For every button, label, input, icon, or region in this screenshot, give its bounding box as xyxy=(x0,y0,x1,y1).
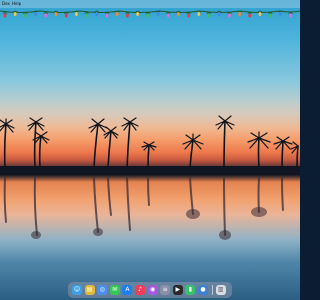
light-bulb xyxy=(3,13,7,18)
light-bulb xyxy=(54,12,58,16)
light-bulb xyxy=(136,12,140,16)
light-bulb xyxy=(95,12,99,16)
light-leaf xyxy=(257,10,263,13)
trash-icon[interactable]: ▥ xyxy=(215,285,226,295)
light-bulb xyxy=(115,12,119,16)
light-leaf xyxy=(84,12,89,14)
app-store-icon[interactable]: A xyxy=(122,285,133,295)
light-bulb xyxy=(197,12,201,16)
light-bulb xyxy=(187,13,191,18)
light-bulb xyxy=(238,12,242,16)
light-bulb xyxy=(156,12,160,16)
light-leaf xyxy=(125,12,130,14)
light-bulb xyxy=(217,12,221,16)
light-bulb xyxy=(207,13,211,18)
light-bulb xyxy=(177,12,180,16)
menu-bar: Dex Help xyxy=(0,0,300,8)
light-bulb xyxy=(279,12,282,16)
light-leaf xyxy=(13,10,18,13)
menu-item-1[interactable]: Dex xyxy=(2,0,10,8)
light-bulb xyxy=(126,13,129,18)
light-leaf xyxy=(94,10,99,13)
light-bulb xyxy=(44,13,48,18)
light-bulb xyxy=(64,13,68,18)
podcasts-icon[interactable]: ◉ xyxy=(147,285,158,295)
light-bulb xyxy=(34,12,37,16)
menu-item-2[interactable]: Help xyxy=(12,0,21,8)
light-bulb xyxy=(75,12,78,16)
light-bulb xyxy=(105,13,109,18)
light-leaf xyxy=(176,10,181,13)
notes-icon[interactable]: ≡ xyxy=(160,285,171,295)
droplet-icon[interactable]: ● xyxy=(198,285,208,295)
light-bulb xyxy=(146,13,150,18)
light-bulb xyxy=(24,13,27,18)
finder-icon[interactable]: ☺ xyxy=(72,285,82,295)
clapper-icon[interactable]: ▶ xyxy=(172,285,183,295)
light-bulb xyxy=(85,13,88,18)
folder-icon[interactable]: ▤ xyxy=(84,285,95,295)
light-bulb xyxy=(258,12,262,16)
light-bulb xyxy=(13,12,17,16)
light-bulb xyxy=(268,13,272,18)
safari-icon[interactable]: ◎ xyxy=(97,285,108,295)
light-leaf xyxy=(135,10,140,13)
light-bulb xyxy=(289,13,292,18)
chart-icon[interactable]: ▮ xyxy=(185,285,196,295)
light-leaf xyxy=(166,12,171,14)
dock-divider xyxy=(211,285,213,295)
messages-icon[interactable]: ✉ xyxy=(109,285,120,295)
light-leaf xyxy=(2,12,8,14)
light-leaf xyxy=(217,10,222,13)
light-bulb xyxy=(166,13,170,18)
string-lights-decoration xyxy=(0,8,300,18)
light-bulb xyxy=(248,13,252,18)
light-leaf xyxy=(53,10,59,13)
dock: ☺ ▤ ◎ ✉ A ♪ ◉ ≡ ▶ ▮ ● ▥ xyxy=(68,282,232,298)
light-leaf xyxy=(288,12,293,14)
music-icon[interactable]: ♪ xyxy=(135,285,145,295)
light-bulb xyxy=(228,13,231,18)
palm-tree-silhouettes xyxy=(0,115,299,240)
light-leaf xyxy=(43,12,48,14)
